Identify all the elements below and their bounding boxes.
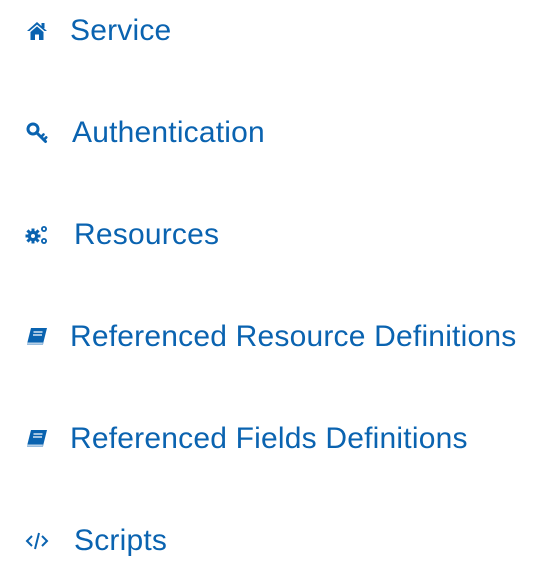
book-icon xyxy=(24,426,50,452)
nav-item-label: Scripts xyxy=(74,524,168,557)
nav-item-label: Authentication xyxy=(72,116,265,149)
nav-item-referenced-resource-definitions[interactable]: Referenced Resource Definitions xyxy=(24,317,516,357)
nav-list: Service Authentication Resources Referen… xyxy=(0,0,535,568)
nav-item-label: Service xyxy=(70,14,172,47)
nav-item-authentication[interactable]: Authentication xyxy=(24,113,265,153)
nav-item-service[interactable]: Service xyxy=(24,11,171,51)
code-icon xyxy=(24,528,50,554)
nav-item-label: Resources xyxy=(74,218,220,251)
cogs-icon xyxy=(24,222,50,248)
nav-item-scripts[interactable]: Scripts xyxy=(24,521,167,561)
key-icon xyxy=(24,120,50,146)
home-icon xyxy=(24,18,50,44)
nav-item-label: Referenced Fields Definitions xyxy=(70,422,468,455)
nav-item-resources[interactable]: Resources xyxy=(24,215,219,255)
book-icon xyxy=(24,324,50,350)
nav-item-referenced-fields-definitions[interactable]: Referenced Fields Definitions xyxy=(24,419,468,459)
nav-item-label: Referenced Resource Definitions xyxy=(70,320,517,353)
